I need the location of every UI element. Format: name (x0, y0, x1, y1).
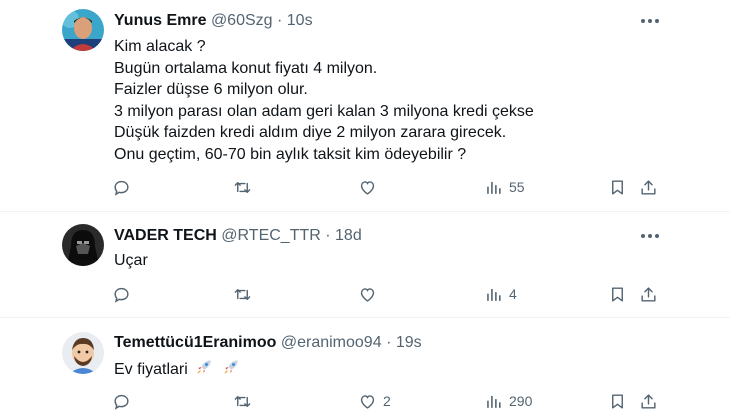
like-icon (360, 180, 375, 195)
share-button[interactable] (639, 283, 658, 305)
action-bar: 4 (0, 283, 730, 305)
display-name[interactable]: Temettücü1Eranimoo (114, 334, 276, 351)
retweet-icon (234, 181, 251, 193)
tweet-line: Onu geçtim, 60-70 bin aylık taksit kim ö… (114, 145, 467, 163)
share-icon (641, 286, 656, 302)
reply-icon (114, 394, 129, 410)
tweet-line: Bugün ortalama konut fiyatı 4 milyon. (114, 59, 378, 77)
views-icon (487, 395, 501, 408)
avatar[interactable] (62, 9, 104, 51)
views-button[interactable]: 290 (484, 390, 532, 412)
tweet-line: 3 milyon parası olan adam geri kalan 3 m… (114, 102, 534, 120)
reply-button[interactable] (112, 283, 137, 305)
like-icon (360, 287, 375, 302)
retweet-button[interactable] (233, 176, 258, 198)
retweet-button[interactable] (233, 283, 258, 305)
bookmark-icon (612, 286, 623, 302)
reply-icon (114, 180, 129, 196)
bookmark-button[interactable] (608, 176, 627, 198)
views-button[interactable]: 55 (484, 176, 525, 198)
tweet-text: Kim alacak ? Bugün ortalama konut fiyatı… (114, 36, 534, 165)
tweet-text: Uçar (114, 250, 148, 272)
separator: · (386, 334, 392, 351)
reply-icon (114, 287, 129, 303)
tweet-line: Uçar (114, 252, 148, 269)
share-button[interactable] (639, 390, 658, 412)
tweet-line: Faizler düşse 6 milyon olur. (114, 81, 308, 98)
avatar[interactable] (62, 332, 104, 374)
tweet-header: Temettücü1Eranimoo @eranimoo94 · 19s (114, 333, 422, 353)
views-icon (487, 288, 501, 301)
more-icon[interactable] (638, 11, 662, 31)
retweet-icon (234, 395, 251, 407)
bookmark-icon (612, 179, 623, 195)
views-count: 290 (509, 393, 533, 409)
views-count: 4 (509, 286, 517, 302)
like-count: 2 (383, 393, 391, 409)
tweet-header: VADER TECH @RTEC_TTR · 18d (114, 226, 362, 246)
tweet[interactable]: Temettücü1Eranimoo @eranimoo94 · 19s Ev … (0, 318, 730, 420)
separator: · (325, 227, 331, 244)
share-icon (641, 179, 656, 195)
retweet-button[interactable] (233, 390, 258, 412)
like-icon (360, 394, 375, 409)
views-button[interactable]: 4 (484, 283, 517, 305)
display-name[interactable]: Yunus Emre (114, 12, 206, 29)
bookmark-button[interactable] (608, 390, 627, 412)
share-icon (641, 393, 656, 409)
timestamp[interactable]: 10s (287, 12, 313, 29)
timestamp[interactable]: 18d (335, 227, 362, 244)
timestamp[interactable]: 19s (396, 334, 422, 351)
tweet-text: Ev fiyatlari (114, 357, 241, 381)
separator: · (277, 12, 283, 29)
rocket-emoji-icon (221, 357, 241, 377)
like-button[interactable]: 2 (358, 390, 391, 412)
like-button[interactable] (358, 283, 383, 305)
reply-button[interactable] (112, 390, 137, 412)
tweet[interactable]: Yunus Emre @60Szg · 10s Kim alacak ? Bug… (0, 0, 730, 212)
more-icon[interactable] (638, 226, 662, 246)
tweet-line: Ev fiyatlari (114, 361, 188, 378)
action-bar: 2 290 (0, 390, 730, 412)
share-button[interactable] (639, 176, 658, 198)
user-handle[interactable]: @eranimoo94 (281, 334, 382, 351)
action-bar: 55 (0, 176, 730, 198)
tweet-line: Düşük faizden kredi aldım diye 2 milyon … (114, 124, 507, 141)
tweet-header: Yunus Emre @60Szg · 10s (114, 11, 313, 31)
reply-button[interactable] (112, 176, 137, 198)
retweet-icon (234, 288, 251, 300)
bookmark-icon (612, 393, 623, 409)
avatar[interactable] (62, 224, 104, 266)
bookmark-button[interactable] (608, 283, 627, 305)
rocket-emoji-icon (194, 357, 214, 377)
tweet[interactable]: VADER TECH @RTEC_TTR · 18d Uçar 4 (0, 212, 730, 318)
like-button[interactable] (358, 176, 383, 198)
user-handle[interactable]: @60Szg (211, 12, 273, 29)
user-handle[interactable]: @RTEC_TTR (221, 227, 321, 244)
tweet-line: Kim alacak ? (114, 38, 206, 55)
views-icon (487, 181, 501, 194)
display-name[interactable]: VADER TECH (114, 227, 217, 244)
views-count: 55 (509, 179, 525, 195)
